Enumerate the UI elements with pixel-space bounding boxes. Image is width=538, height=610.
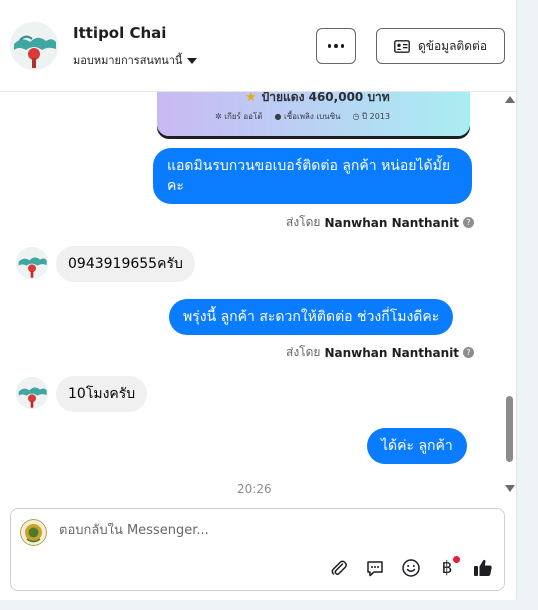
- like-glyph: [474, 559, 492, 576]
- scroll-down-arrow-icon[interactable]: [505, 485, 515, 492]
- star-icon: ★: [245, 92, 257, 105]
- sent-by-label: ส่งโดย Nanwhan Nanthanit ?: [286, 343, 475, 362]
- assign-conversation[interactable]: มอบหมายการสนทนานี้: [73, 51, 198, 69]
- reply-input[interactable]: [59, 523, 479, 538]
- smiley-glyph: [402, 559, 420, 577]
- avatar-image: [16, 377, 48, 409]
- avatar[interactable]: [16, 377, 48, 409]
- outgoing-message[interactable]: ได้ค่ะ ลูกค้า: [367, 428, 467, 464]
- message-thread: ★ ป้ายแดง 460,000 บาท ✲ เกียร์ ออโต้ ● เ…: [0, 92, 516, 502]
- listing-price: ★ ป้ายแดง 460,000 บาท: [245, 92, 390, 107]
- scrollbar-thumb[interactable]: [506, 396, 513, 462]
- more-dot-icon: [334, 44, 338, 48]
- shared-listing-card[interactable]: ★ ป้ายแดง 460,000 บาท ✲ เกียร์ ออโต้ ● เ…: [157, 92, 470, 136]
- more-dot-icon: [327, 44, 332, 48]
- sent-by-agent: Nanwhan Nanthanit: [324, 215, 460, 230]
- help-icon[interactable]: ?: [463, 347, 475, 358]
- more-dot-icon: [340, 44, 345, 48]
- sent-by-prefix: ส่งโดย: [286, 215, 321, 229]
- avatar-image: [16, 247, 48, 279]
- sent-by-prefix: ส่งโดย: [286, 345, 321, 359]
- incoming-message[interactable]: 10โมงครับ: [56, 376, 148, 412]
- fuel-spec: ● เชื้อเพลิง เบนซิน: [274, 112, 341, 121]
- view-contact-button[interactable]: ดูข้อมูลติดต่อ: [376, 28, 505, 64]
- saved-reply-icon[interactable]: [363, 556, 387, 580]
- baht-payment-icon[interactable]: ฿: [435, 556, 460, 580]
- outgoing-message[interactable]: พรุ่งนี้ ลูกค้า สะดวกให้ติดต่อ ช่วงกี่โม…: [169, 299, 454, 335]
- listing-specs: ✲ เกียร์ ออโต้ ● เชื้อเพลิง เบนซิน ◷ ปี …: [215, 110, 390, 123]
- reply-composer: ฿: [10, 508, 505, 591]
- baht-glyph: ฿: [441, 558, 453, 578]
- view-contact-label: ดูข้อมูลติดต่อ: [417, 38, 488, 53]
- page-avatar: [20, 519, 47, 546]
- page-logo-image: [20, 519, 47, 546]
- chevron-down-icon[interactable]: [187, 57, 198, 64]
- more-options-button[interactable]: [316, 28, 356, 64]
- sent-by-label: ส่งโดย Nanwhan Nanthanit ?: [286, 213, 475, 232]
- scroll-up-arrow-icon[interactable]: [505, 96, 515, 103]
- chat-bubble-glyph: [367, 561, 383, 577]
- conversation-header: Ittipol Chai มอบหมายการสนทนานี้ ดูข้อมูล…: [0, 0, 516, 92]
- emoji-icon[interactable]: [399, 556, 423, 580]
- gear-spec: ✲ เกียร์ ออโต้: [215, 112, 263, 121]
- scrollbar[interactable]: [503, 92, 516, 502]
- contact-card-icon: [394, 39, 410, 53]
- paperclip-glyph: [331, 560, 347, 575]
- avatar[interactable]: [16, 247, 48, 279]
- outgoing-message[interactable]: แอดมินรบกวนขอเบอร์ติดต่อ ลูกค้า หน่อยได้…: [153, 148, 472, 204]
- avatar-image: [10, 22, 58, 70]
- assign-label: มอบหมายการสนทนานี้: [73, 54, 183, 67]
- avatar[interactable]: [10, 22, 58, 70]
- thumbs-up-icon[interactable]: [471, 556, 495, 580]
- fuel-spec-text: เชื้อเพลิง เบนซิน: [284, 112, 341, 121]
- year-spec-text: ปี 2013: [362, 112, 391, 121]
- sent-by-agent: Nanwhan Nanthanit: [324, 345, 460, 360]
- composer-toolbar: ฿: [327, 555, 495, 581]
- paperclip-icon[interactable]: [327, 556, 351, 580]
- notification-dot: [453, 556, 460, 563]
- year-spec: ◷ ปี 2013: [352, 112, 391, 121]
- help-icon[interactable]: ?: [463, 217, 475, 228]
- window-edge-right: [516, 0, 538, 610]
- gear-spec-text: เกียร์ ออโต้: [224, 112, 263, 121]
- contact-name: Ittipol Chai: [73, 24, 167, 42]
- message-timestamp: 20:26: [237, 482, 272, 496]
- window-edge-bottom: [0, 600, 538, 610]
- listing-price-text: ป้ายแดง 460,000 บาท: [261, 92, 390, 104]
- incoming-message[interactable]: 0943919655ครับ: [56, 246, 195, 282]
